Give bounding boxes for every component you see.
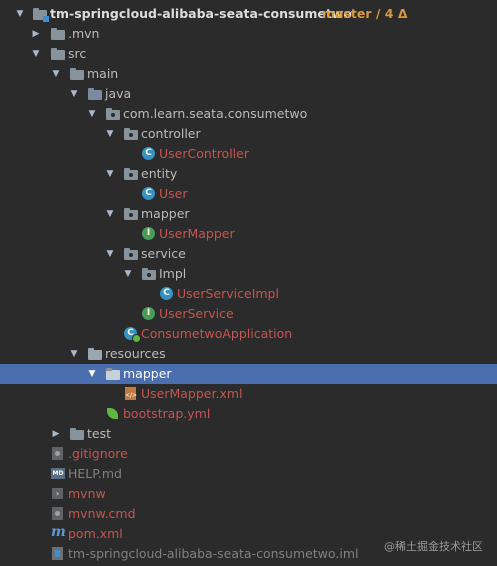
maven-pom-icon: m (51, 524, 66, 540)
folder-icon (105, 367, 121, 381)
tree-node-gitignore[interactable]: .gitignore (0, 444, 497, 464)
tree-node-mvnw-cmd[interactable]: mvnw.cmd (0, 504, 497, 524)
tree-node-label: com.learn.seata.consumetwo (123, 106, 308, 121)
iml-file-icon (50, 547, 66, 561)
source-folder-icon (87, 87, 103, 101)
chevron-down-icon[interactable]: ▼ (68, 344, 80, 364)
folder-icon (50, 47, 66, 61)
tree-node-label: src (68, 46, 87, 61)
tree-node-label: main (87, 66, 119, 81)
tree-node-src[interactable]: ▼ src (0, 44, 497, 64)
folder-icon (69, 67, 85, 81)
chevron-down-icon[interactable]: ▼ (30, 44, 42, 64)
folder-icon (50, 27, 66, 41)
tree-node-label: mvnw.cmd (68, 506, 136, 521)
tree-node-java[interactable]: ▼ java (0, 84, 497, 104)
tree-node-impl[interactable]: ▼ Impl (0, 264, 497, 284)
markdown-file-icon: MD (51, 468, 65, 479)
tree-node-label: pom.xml (68, 526, 123, 541)
tree-node-label: mapper (141, 206, 190, 221)
tree-node-label: resources (105, 346, 166, 361)
tree-node-label: mvnw (68, 486, 106, 501)
tree-node-resources[interactable]: ▼ resources (0, 344, 497, 364)
tree-node-entity[interactable]: ▼ entity (0, 164, 497, 184)
shell-script-icon: › (50, 487, 66, 501)
chevron-down-icon[interactable]: ▼ (86, 364, 98, 384)
vcs-branch-status: master / 4 Δ (322, 6, 408, 21)
folder-icon (69, 427, 85, 441)
spring-boot-application-icon: C (123, 327, 141, 343)
tree-node-consumetwoapplication[interactable]: C ConsumetwoApplication (0, 324, 497, 344)
tree-node-userserviceimpl[interactable]: C UserServiceImpl (0, 284, 497, 304)
chevron-down-icon[interactable]: ▼ (14, 4, 26, 24)
tree-node-userservice[interactable]: I UserService (0, 304, 497, 324)
tree-node-label: test (87, 426, 112, 441)
tree-node-user[interactable]: C User (0, 184, 497, 204)
tree-node-label: .gitignore (68, 446, 128, 461)
tree-node-label: bootstrap.yml (123, 406, 211, 421)
tree-node-package[interactable]: ▼ com.learn.seata.consumetwo (0, 104, 497, 124)
batch-file-icon (50, 507, 66, 521)
tree-node-mvnw[interactable]: › mvnw (0, 484, 497, 504)
package-icon (123, 127, 139, 141)
tree-node-label: entity (141, 166, 178, 181)
chevron-right-icon[interactable]: ▶ (30, 24, 42, 44)
tree-node-label: Impl (159, 266, 187, 281)
package-icon (123, 207, 139, 221)
java-class-icon: C (141, 147, 157, 161)
tree-node-help-md[interactable]: MD HELP.md (0, 464, 497, 484)
tree-node-label: .mvn (68, 26, 100, 41)
chevron-right-icon[interactable]: ▶ (50, 424, 62, 444)
tree-node-test[interactable]: ▶ test (0, 424, 497, 444)
chevron-down-icon[interactable]: ▼ (68, 84, 80, 104)
chevron-down-icon[interactable]: ▼ (86, 104, 98, 124)
chevron-down-icon[interactable]: ▼ (104, 124, 116, 144)
package-icon (105, 107, 121, 121)
tree-node-mapper-package[interactable]: ▼ mapper (0, 204, 497, 224)
module-folder-icon (32, 7, 49, 22)
package-icon (141, 267, 157, 281)
tree-node-root-module[interactable]: ▼ tm-springcloud-alibaba-seata-consumetw… (0, 4, 497, 24)
tree-node-label: HELP.md (68, 466, 122, 481)
tree-node-label: UserService (159, 306, 234, 321)
resources-folder-icon (87, 347, 103, 361)
tree-node-label: ConsumetwoApplication (141, 326, 293, 341)
java-interface-icon: I (141, 227, 157, 241)
tree-node-usercontroller[interactable]: C UserController (0, 144, 497, 164)
tree-node-usermapper[interactable]: I UserMapper (0, 224, 497, 244)
tree-node-main[interactable]: ▼ main (0, 64, 497, 84)
gitignore-file-icon (50, 447, 66, 461)
tree-node-label: UserMapper.xml (141, 386, 243, 401)
tree-node-bootstrap-yml[interactable]: bootstrap.yml (0, 404, 497, 424)
chevron-down-icon[interactable]: ▼ (104, 244, 116, 264)
tree-node-usermapper-xml[interactable]: </> UserMapper.xml (0, 384, 497, 404)
chevron-down-icon[interactable]: ▼ (122, 264, 134, 284)
root-module-label: tm-springcloud-alibaba-seata-consumetwo (50, 6, 352, 21)
tree-node-mvn[interactable]: ▶ .mvn (0, 24, 497, 44)
tree-node-label: java (105, 86, 132, 101)
tree-node-mapper-resources[interactable]: ▼ mapper (0, 364, 497, 384)
tree-node-label: mapper (123, 366, 172, 381)
tree-node-service[interactable]: ▼ service (0, 244, 497, 264)
tree-node-label: tm-springcloud-alibaba-seata-consumetwo.… (68, 546, 359, 561)
watermark-text: @稀土掘金技术社区 (384, 540, 483, 553)
tree-node-label: service (141, 246, 186, 261)
chevron-down-icon[interactable]: ▼ (104, 164, 116, 184)
tree-node-label: controller (141, 126, 201, 141)
java-interface-icon: I (141, 307, 157, 321)
package-icon (123, 167, 139, 181)
tree-node-label: User (159, 186, 188, 201)
tree-node-label: UserServiceImpl (177, 286, 279, 301)
project-tree: ▼ tm-springcloud-alibaba-seata-consumetw… (0, 0, 497, 566)
chevron-down-icon[interactable]: ▼ (104, 204, 116, 224)
tree-node-label: UserController (159, 146, 249, 161)
java-class-icon: C (141, 187, 157, 201)
tree-node-label: UserMapper (159, 226, 235, 241)
chevron-down-icon[interactable]: ▼ (50, 64, 62, 84)
java-class-icon: C (159, 287, 175, 301)
xml-file-icon: </> (123, 387, 139, 401)
spring-config-icon (105, 407, 121, 421)
package-icon (123, 247, 139, 261)
tree-node-controller[interactable]: ▼ controller (0, 124, 497, 144)
